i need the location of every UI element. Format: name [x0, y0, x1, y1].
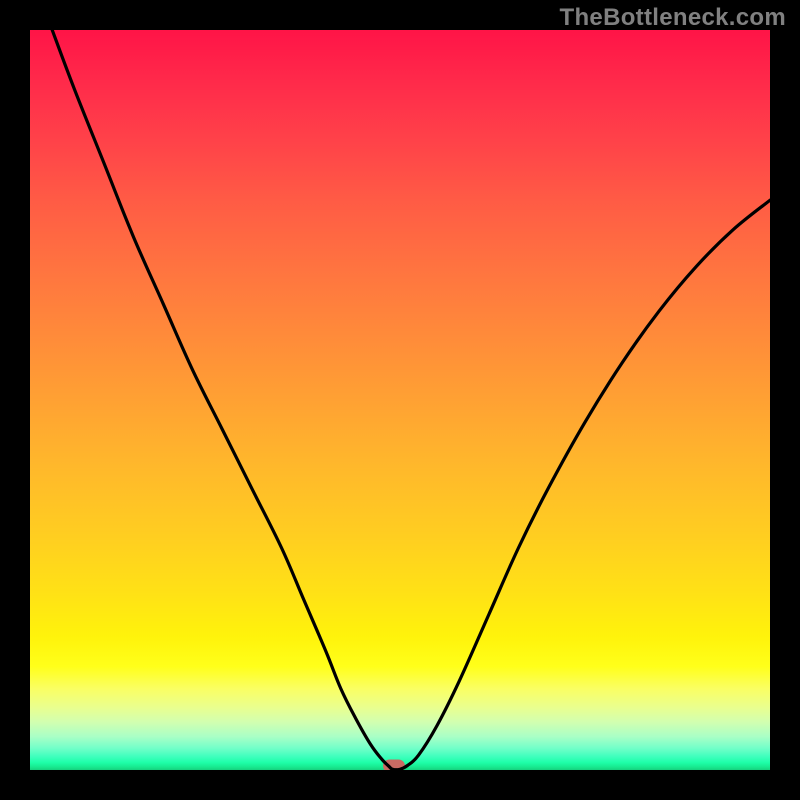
plot-area	[30, 30, 770, 770]
bottleneck-curve-svg	[30, 30, 770, 770]
bottleneck-curve-path	[52, 30, 770, 770]
stage: TheBottleneck.com	[0, 0, 800, 800]
watermark-text: TheBottleneck.com	[560, 4, 786, 32]
